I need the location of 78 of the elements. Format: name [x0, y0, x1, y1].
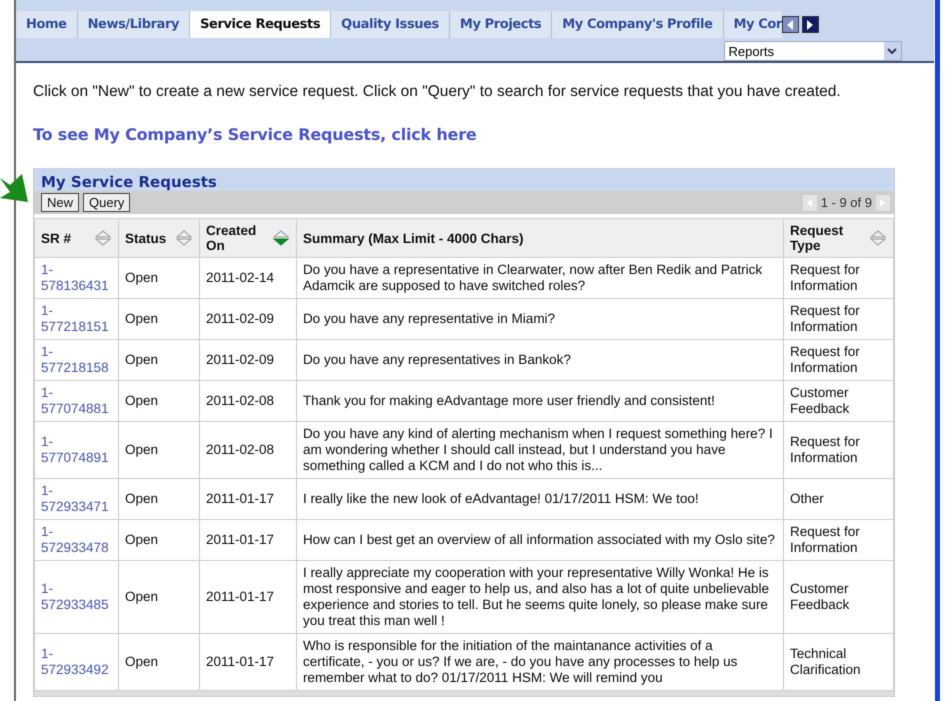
column-header[interactable]: Created On: [199, 218, 296, 258]
column-header[interactable]: Request Type: [784, 218, 894, 258]
tab[interactable]: My Projects: [450, 11, 552, 38]
request-number-link[interactable]: 1-577218151: [41, 303, 111, 335]
table-cell: Open: [118, 298, 200, 340]
request-number-link[interactable]: 1-577218158: [41, 344, 111, 376]
tab[interactable]: My Cor: [724, 11, 782, 38]
table-cell: 2011-02-08: [199, 422, 296, 478]
toolbar-button[interactable]: Query: [83, 193, 130, 212]
column-label: Summary (Max Limit - 4000 Chars): [302, 230, 524, 246]
left-triangle-icon: [806, 198, 813, 206]
tab[interactable]: Service Requests: [190, 11, 332, 38]
table-cell: Request for Information: [784, 422, 894, 478]
table-cell: Request for Information: [784, 340, 894, 380]
table-cell: Open: [118, 560, 200, 634]
column-header[interactable]: Status: [118, 218, 200, 258]
table-cell: 2011-02-08: [199, 380, 296, 422]
sort-icon[interactable]: [94, 229, 112, 247]
panel-title: My Service Requests: [34, 168, 894, 191]
table-cell: 2011-02-14: [199, 258, 296, 298]
table-cell: Do you have a representative in Clearwater, now after Ben Redik and Patrick Adamcik are supposed to have switched roles?: [296, 258, 784, 298]
reports-dropdown[interactable]: Reports: [724, 41, 902, 61]
table-cell: 2011-02-09: [199, 298, 296, 340]
company-requests-link[interactable]: To see My Company’s Service Requests, click here: [33, 125, 918, 144]
sort-icon[interactable]: [272, 229, 290, 247]
column-label: Request Type: [790, 223, 844, 253]
right-triangle-icon: [806, 20, 814, 30]
scroll-left-button[interactable]: [782, 16, 799, 33]
table-cell: Open: [118, 340, 200, 380]
request-number-link[interactable]: 1-572933471: [41, 483, 111, 515]
column-label: Created On: [206, 223, 258, 253]
table-cell: 2011-01-17: [199, 520, 296, 560]
column-header[interactable]: SR #: [34, 218, 118, 258]
column-label: SR #: [41, 230, 72, 246]
table-cell: Thank you for making eAdvantage more user friendly and consistent!: [296, 380, 784, 422]
table-cell: 2011-01-17: [199, 560, 296, 634]
request-number-link[interactable]: 1-577074891: [41, 434, 111, 466]
toolbar-button[interactable]: New: [41, 193, 80, 212]
column-header[interactable]: Summary (Max Limit - 4000 Chars): [296, 218, 784, 258]
table-cell: I really like the new look of eAdvantage! 01/17/2011 HSM: We too!: [296, 478, 784, 520]
table-cell: Do you have any representative in Miami?: [296, 298, 784, 340]
table-cell: Open: [118, 380, 200, 422]
table-cell: 2011-02-09: [199, 340, 296, 380]
request-number-link[interactable]: 1-572933492: [41, 646, 111, 678]
left-triangle-icon: [786, 20, 794, 30]
table-cell: Request for Information: [784, 298, 894, 340]
table-cell: Open: [118, 520, 200, 560]
scroll-right-button[interactable]: [802, 16, 819, 33]
sort-icon[interactable]: [869, 229, 887, 247]
tab[interactable]: Quality Issues: [331, 11, 450, 38]
table-cell: Do you have any kind of alerting mechanism when I request something here? I am wondering whether I should call instead, but I understand you have something called a KCM and I do not who this is...: [296, 422, 784, 478]
table-cell: Customer Feedback: [784, 380, 894, 422]
tab[interactable]: My Company's Profile: [552, 11, 724, 38]
previous-page-button[interactable]: [802, 194, 817, 210]
sort-icon[interactable]: [174, 229, 193, 247]
table-cell: Customer Feedback: [784, 560, 894, 634]
request-number-link[interactable]: 1-572933485: [41, 581, 111, 613]
table-cell: Request for Information: [784, 520, 894, 560]
next-page-button[interactable]: [876, 194, 890, 210]
column-label: Status: [124, 230, 166, 246]
table-cell: Open: [118, 258, 200, 298]
table-cell: Other: [784, 478, 894, 520]
chevron-icon: [887, 48, 898, 54]
table-cell: How can I best get an overview of all information associated with my Oslo site?: [296, 520, 784, 560]
request-number-link[interactable]: 1-577074881: [41, 385, 111, 417]
instruction-text: Click on "New" to create a new service request. Click on "Query" to search for service requests that you have created.: [33, 83, 842, 101]
table-cell: 2011-01-17: [199, 478, 296, 520]
right-triangle-icon: [880, 198, 886, 206]
request-number-link[interactable]: 1-572933478: [41, 524, 111, 556]
request-number-link[interactable]: 1-578136431: [41, 262, 111, 294]
table-cell: Do you have any representatives in Bankok?: [296, 340, 784, 380]
page-count: 1 - 9 of 9: [820, 195, 872, 210]
table-cell: Request for Information: [784, 258, 894, 298]
tab[interactable]: News/Library: [78, 11, 190, 38]
table-cell: Open: [118, 422, 200, 478]
table-cell: Open: [118, 478, 200, 520]
tab[interactable]: Home: [16, 11, 78, 38]
table-cell: I really appreciate my cooperation with your representative Willy Wonka! He is most responsive and eager to help us, and also has a lot of quite unbelievable experience and stories to tell. But he seems quite lonely, so please make sure you treat this man well !: [296, 560, 784, 634]
